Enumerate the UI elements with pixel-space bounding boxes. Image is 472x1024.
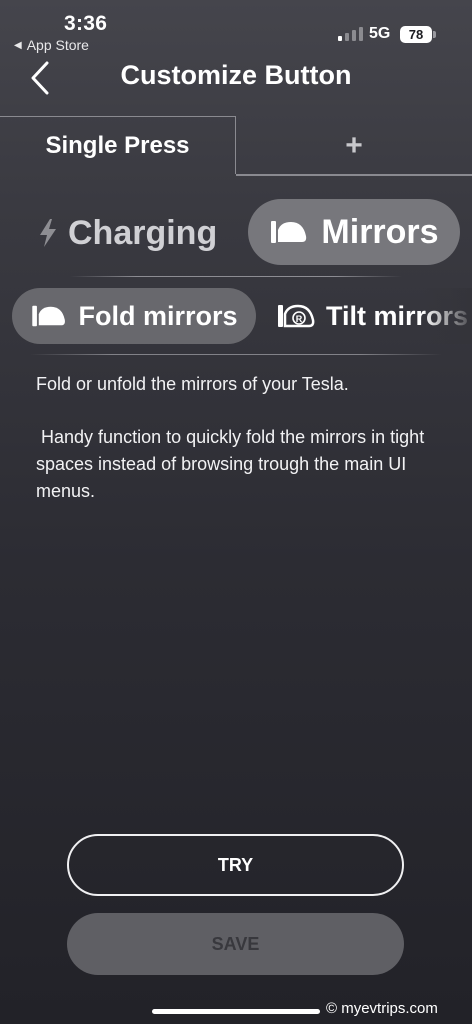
mirror-icon bbox=[271, 221, 307, 243]
mirror-tilt-icon: R bbox=[278, 304, 315, 328]
description-primary: Fold or unfold the mirrors of your Tesla… bbox=[36, 374, 349, 394]
description-secondary: Handy function to quickly fold the mirro… bbox=[36, 427, 430, 501]
back-app-label: App Store bbox=[26, 37, 89, 53]
action-fold-label: Fold mirrors bbox=[78, 300, 238, 331]
back-triangle-icon: ◀ bbox=[14, 39, 22, 51]
tab-single-press[interactable]: Single Press bbox=[0, 116, 236, 174]
svg-text:R: R bbox=[296, 314, 303, 324]
category-mirrors-label: Mirrors bbox=[321, 212, 439, 251]
lightning-icon bbox=[40, 219, 56, 247]
network-type: 5G bbox=[369, 25, 391, 42]
action-fold-mirrors[interactable]: Fold mirrors bbox=[12, 288, 256, 344]
try-button[interactable]: TRY bbox=[67, 834, 404, 896]
back-to-app-store[interactable]: ◀ App Store bbox=[14, 37, 89, 53]
category-charging-label: Charging bbox=[68, 213, 218, 252]
action-tilt-mirrors[interactable]: R Tilt mirrors bbox=[276, 288, 468, 344]
battery-indicator: 78 bbox=[400, 26, 432, 43]
watermark: © myevtrips.com bbox=[326, 1000, 438, 1017]
home-indicator bbox=[152, 1009, 320, 1014]
action-scroll-area[interactable]: R Tilt mirrors bbox=[270, 288, 472, 344]
category-charging[interactable]: Charging bbox=[38, 200, 217, 266]
tab-divider bbox=[236, 174, 472, 176]
page-title: Customize Button bbox=[120, 60, 352, 90]
add-tab-button[interactable]: + bbox=[236, 118, 472, 174]
status-time: 3:36 bbox=[64, 12, 108, 35]
cellular-signal-icon bbox=[338, 27, 363, 41]
save-button[interactable]: SAVE bbox=[67, 913, 404, 975]
mirror-fold-icon bbox=[32, 305, 66, 327]
category-mirrors[interactable]: Mirrors bbox=[248, 199, 460, 265]
action-divider bbox=[30, 354, 442, 355]
action-tilt-label: Tilt mirrors bbox=[326, 300, 469, 331]
battery-cap bbox=[433, 31, 436, 38]
category-divider bbox=[70, 276, 402, 277]
